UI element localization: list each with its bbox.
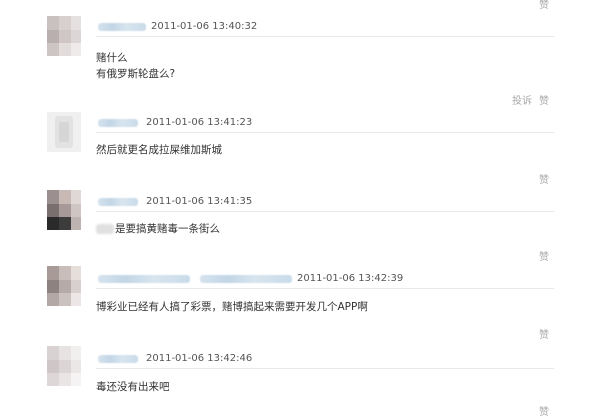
username[interactable] — [98, 198, 138, 206]
username[interactable] — [98, 355, 138, 363]
comment-text: 有俄罗斯轮盘么? — [96, 68, 176, 80]
blurred-mention — [96, 224, 114, 234]
like-button[interactable]: 赞 — [539, 96, 549, 108]
avatar[interactable] — [47, 112, 81, 152]
comment-text: 毒还没有出来吧 — [96, 381, 170, 393]
avatar[interactable] — [47, 266, 81, 306]
timestamp: 2011-01-06 13:42:39 — [297, 273, 404, 284]
like-button[interactable]: 赞 — [539, 330, 549, 342]
avatar[interactable] — [47, 16, 81, 56]
like-button[interactable]: 赞 — [539, 0, 549, 12]
comment-body: 是要搞黄赌毒一条街么 — [96, 222, 220, 236]
like-button[interactable]: 赞 — [539, 407, 549, 419]
like-button[interactable]: 赞 — [539, 252, 549, 264]
username[interactable] — [98, 119, 138, 127]
avatar[interactable] — [47, 346, 81, 386]
comment-text: 是要搞黄赌毒一条街么 — [115, 223, 220, 235]
comment-text: 博彩业已经有人搞了彩票，赌博搞起来需要开发几个APP啊 — [96, 301, 368, 313]
timestamp: 2011-01-06 13:42:46 — [146, 353, 253, 364]
timestamp: 2011-01-06 13:41:23 — [146, 117, 253, 128]
report-button[interactable]: 投诉 — [512, 96, 532, 108]
blurred-mention — [200, 275, 292, 283]
username[interactable] — [98, 23, 146, 31]
comment-text: 赌什么 — [96, 52, 128, 64]
timestamp: 2011-01-06 13:41:35 — [146, 196, 253, 207]
avatar[interactable] — [47, 190, 81, 230]
timestamp: 2011-01-06 13:40:32 — [151, 21, 258, 32]
like-button[interactable]: 赞 — [539, 175, 549, 187]
comment-text: 然后就更名成拉屎维加斯城 — [96, 144, 222, 156]
username[interactable] — [98, 275, 190, 283]
